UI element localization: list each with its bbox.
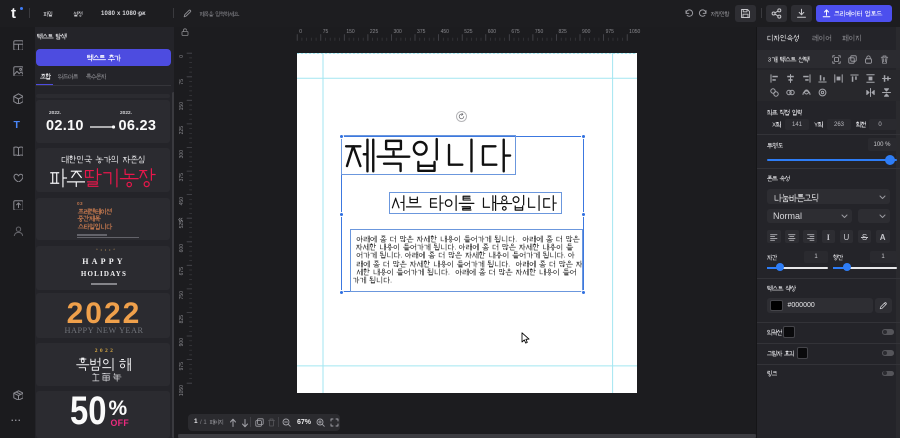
svg-text:X: X [772, 123, 776, 128]
svg-text:.: . [238, 11, 239, 16]
svg-text:Y: Y [814, 123, 818, 128]
svg-text:3: 3 [768, 57, 771, 62]
